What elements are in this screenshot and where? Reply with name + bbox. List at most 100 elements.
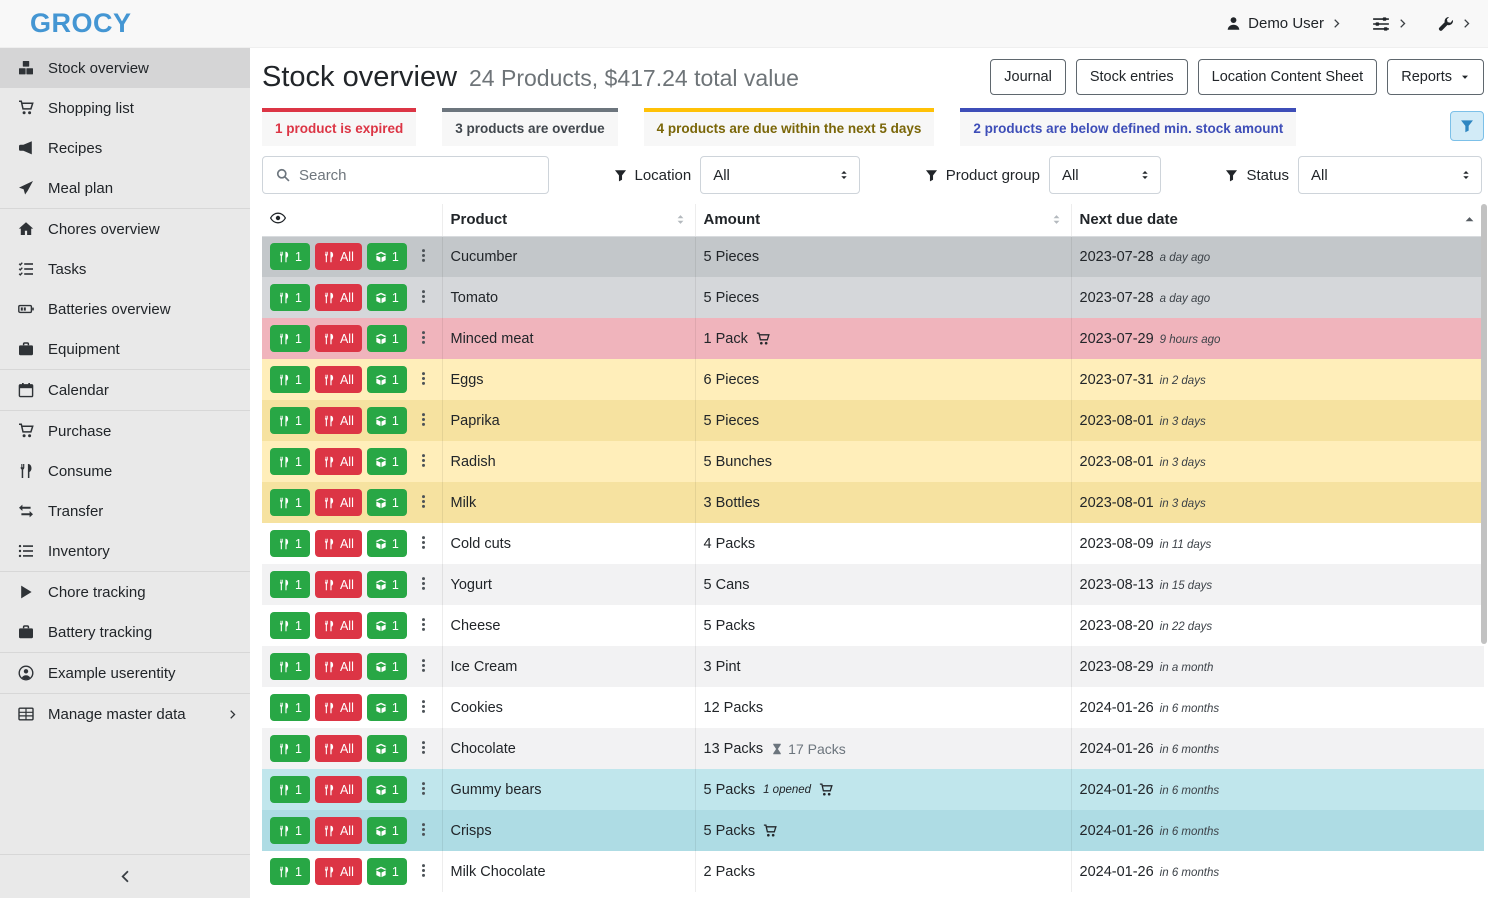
sidebar-item-transfer[interactable]: Transfer [0, 491, 250, 531]
row-menu-button[interactable] [412, 494, 435, 512]
row-menu-button[interactable] [412, 658, 435, 676]
consume-all-button[interactable]: All [315, 694, 362, 721]
product-name[interactable]: Eggs [442, 359, 695, 400]
sidebar-item-consume[interactable]: Consume [0, 451, 250, 491]
row-menu-button[interactable] [412, 248, 435, 266]
location-select[interactable]: All [700, 156, 860, 194]
product-name[interactable]: Cold cuts [442, 523, 695, 564]
open-one-button[interactable]: 1 [367, 858, 407, 885]
product-name[interactable]: Yogurt [442, 564, 695, 605]
open-one-button[interactable]: 1 [367, 612, 407, 639]
journal-button[interactable]: Journal [990, 59, 1066, 95]
row-menu-button[interactable] [412, 453, 435, 471]
consume-one-button[interactable]: 1 [270, 448, 310, 475]
row-menu-button[interactable] [412, 863, 435, 881]
consume-one-button[interactable]: 1 [270, 817, 310, 844]
consume-one-button[interactable]: 1 [270, 858, 310, 885]
open-one-button[interactable]: 1 [367, 284, 407, 311]
row-menu-button[interactable] [412, 412, 435, 430]
row-menu-button[interactable] [412, 822, 435, 840]
consume-all-button[interactable]: All [315, 243, 362, 270]
sidebar-item-stock-overview[interactable]: Stock overview [0, 48, 250, 88]
reports-button[interactable]: Reports [1387, 59, 1484, 95]
product-name[interactable]: Cookies [442, 687, 695, 728]
table-filter-button[interactable] [1450, 111, 1484, 141]
row-menu-button[interactable] [412, 330, 435, 348]
product-name[interactable]: Gummy bears [442, 769, 695, 810]
open-one-button[interactable]: 1 [367, 325, 407, 352]
column-header-next-due-date[interactable]: Next due date [1071, 204, 1484, 236]
user-menu[interactable]: Demo User [1226, 15, 1342, 32]
sidebar-item-meal-plan[interactable]: Meal plan [0, 168, 250, 208]
product-name[interactable]: Minced meat [442, 318, 695, 359]
consume-one-button[interactable]: 1 [270, 243, 310, 270]
consume-one-button[interactable]: 1 [270, 284, 310, 311]
row-menu-button[interactable] [412, 740, 435, 758]
row-menu-button[interactable] [412, 535, 435, 553]
consume-all-button[interactable]: All [315, 284, 362, 311]
sidebar-item-purchase[interactable]: Purchase [0, 411, 250, 451]
sidebar-item-calendar[interactable]: Calendar [0, 370, 250, 410]
product-name[interactable]: Cheese [442, 605, 695, 646]
status-banner[interactable]: 3 products are overdue [442, 108, 617, 146]
consume-all-button[interactable]: All [315, 448, 362, 475]
consume-all-button[interactable]: All [315, 530, 362, 557]
status-banner[interactable]: 4 products are due within the next 5 day… [644, 108, 935, 146]
product-name[interactable]: Paprika [442, 400, 695, 441]
consume-one-button[interactable]: 1 [270, 325, 310, 352]
row-menu-button[interactable] [412, 371, 435, 389]
location-content-sheet-button[interactable]: Location Content Sheet [1198, 59, 1378, 95]
product-name[interactable]: Chocolate [442, 728, 695, 769]
product-name[interactable]: Milk [442, 482, 695, 523]
row-menu-button[interactable] [412, 576, 435, 594]
status-banner[interactable]: 2 products are below defined min. stock … [960, 108, 1296, 146]
open-one-button[interactable]: 1 [367, 735, 407, 762]
consume-all-button[interactable]: All [315, 776, 362, 803]
consume-all-button[interactable]: All [315, 817, 362, 844]
column-header-product[interactable]: Product [442, 204, 695, 236]
consume-all-button[interactable]: All [315, 407, 362, 434]
sidebar-item-battery-tracking[interactable]: Battery tracking [0, 612, 250, 652]
product-name[interactable]: Radish [442, 441, 695, 482]
consume-one-button[interactable]: 1 [270, 366, 310, 393]
consume-all-button[interactable]: All [315, 735, 362, 762]
row-menu-button[interactable] [412, 699, 435, 717]
scrollbar[interactable] [1481, 204, 1487, 644]
consume-one-button[interactable]: 1 [270, 530, 310, 557]
product-name[interactable]: Tomato [442, 277, 695, 318]
sidebar-item-batteries-overview[interactable]: Batteries overview [0, 289, 250, 329]
consume-all-button[interactable]: All [315, 489, 362, 516]
product-name[interactable]: Milk Chocolate [442, 851, 695, 892]
sidebar-item-shopping-list[interactable]: Shopping list [0, 88, 250, 128]
sidebar-item-equipment[interactable]: Equipment [0, 329, 250, 369]
open-one-button[interactable]: 1 [367, 243, 407, 270]
sidebar-item-recipes[interactable]: Recipes [0, 128, 250, 168]
row-menu-button[interactable] [412, 289, 435, 307]
admin-menu[interactable] [1438, 16, 1472, 32]
consume-all-button[interactable]: All [315, 325, 362, 352]
row-menu-button[interactable] [412, 617, 435, 635]
column-visibility-toggle[interactable] [262, 204, 442, 236]
consume-one-button[interactable]: 1 [270, 407, 310, 434]
open-one-button[interactable]: 1 [367, 530, 407, 557]
settings-menu[interactable] [1372, 15, 1408, 33]
consume-one-button[interactable]: 1 [270, 612, 310, 639]
sidebar-item-tasks[interactable]: Tasks [0, 249, 250, 289]
consume-all-button[interactable]: All [315, 653, 362, 680]
search-input[interactable] [299, 167, 548, 184]
open-one-button[interactable]: 1 [367, 489, 407, 516]
consume-one-button[interactable]: 1 [270, 694, 310, 721]
consume-one-button[interactable]: 1 [270, 776, 310, 803]
sidebar-item-chore-tracking[interactable]: Chore tracking [0, 572, 250, 612]
consume-all-button[interactable]: All [315, 612, 362, 639]
product-name[interactable]: Cucumber [442, 236, 695, 277]
status-select[interactable]: All [1298, 156, 1482, 194]
consume-all-button[interactable]: All [315, 858, 362, 885]
status-banner[interactable]: 1 product is expired [262, 108, 416, 146]
sidebar-collapse-button[interactable] [0, 854, 250, 898]
open-one-button[interactable]: 1 [367, 448, 407, 475]
stock-entries-button[interactable]: Stock entries [1076, 59, 1188, 95]
open-one-button[interactable]: 1 [367, 817, 407, 844]
consume-one-button[interactable]: 1 [270, 735, 310, 762]
sidebar-item-example-userentity[interactable]: Example userentity [0, 653, 250, 693]
